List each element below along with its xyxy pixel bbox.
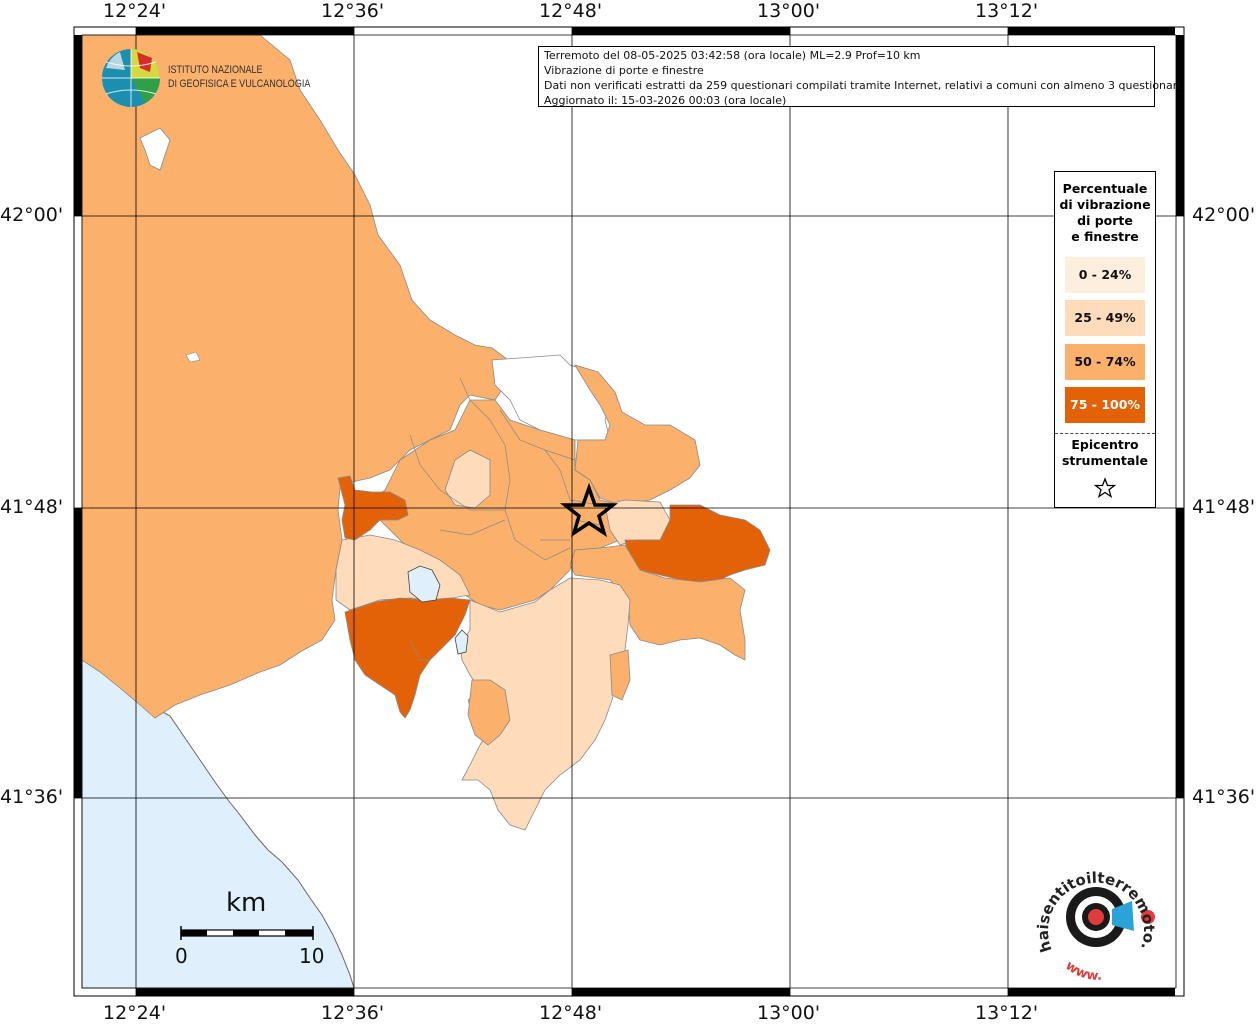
right-lat-label-3: 41°36' (1192, 786, 1256, 808)
top-lon-label-5: 13°12' (975, 0, 1039, 22)
legend-epicenter-line-1: Epicentro (1071, 437, 1139, 452)
legend-divider (1055, 433, 1155, 434)
top-lon-label-1: 12°24' (103, 0, 167, 22)
legend-class-0-24: 0 - 24% (1065, 257, 1145, 293)
scale-unit-label: km (226, 888, 267, 918)
bottom-lon-label-3: 12°48' (539, 1002, 603, 1024)
right-lat-label-2: 41°48' (1192, 496, 1256, 518)
legend-title-line-2: di vibrazione (1059, 197, 1151, 212)
event-info-line-1: Terremoto del 08-05-2025 03:42:58 (ora l… (544, 49, 921, 62)
scale-min-label: 0 (175, 944, 188, 968)
top-lon-label-2: 12°36' (321, 0, 385, 22)
legend-title-line-1: Percentuale (1062, 181, 1148, 196)
legend-epicenter-line-2: strumentale (1061, 453, 1149, 468)
scale-max-label: 10 (299, 944, 325, 968)
legend-class-50-74: 50 - 74% (1065, 344, 1145, 380)
event-info-line-2: Vibrazione di porte e finestre (544, 64, 704, 77)
svg-text:www.: www. (1062, 958, 1102, 984)
legend: Percentuale di vibrazione di porte e fin… (1054, 171, 1156, 508)
legend-title-line-3: di porte (1077, 213, 1133, 228)
bottom-lon-label-2: 12°36' (321, 1002, 385, 1024)
haisentito-logo-icon: haisentitoilterremoto.it www. (1030, 855, 1158, 984)
legend-title-line-4: e finestre (1071, 229, 1139, 244)
bottom-lon-label-1: 12°24' (103, 1002, 167, 1024)
right-lat-label-1: 42°00' (1192, 204, 1256, 226)
left-lat-label-2: 41°48' (0, 496, 64, 518)
top-lon-label-3: 12°48' (539, 0, 603, 22)
ingv-logo-text: ISTITUTO NAZIONALE DI GEOFISICA E VULCAN… (168, 63, 310, 91)
legend-title: Percentuale di vibrazione di porte e fin… (1055, 181, 1155, 245)
ingv-logo-line-2: DI GEOFISICA E VULCANOLOGIA (168, 78, 311, 90)
event-info-line-4: Aggiornato il: 15-03-2026 00:03 (ora loc… (544, 94, 787, 107)
legend-star-icon (1094, 477, 1116, 499)
ingv-globe-icon (102, 49, 160, 107)
legend-class-25-49: 25 - 49% (1065, 300, 1145, 336)
legend-epicenter-label: Epicentro strumentale (1055, 437, 1155, 469)
top-lon-label-4: 13°00' (757, 0, 821, 22)
left-lat-label-1: 42°00' (0, 204, 64, 226)
left-lat-label-3: 41°36' (0, 786, 64, 808)
event-info-line-3: Dati non verificati estratti da 259 ques… (544, 79, 1184, 92)
event-info-box: Terremoto del 08-05-2025 03:42:58 (ora l… (538, 46, 1184, 107)
bottom-lon-label-5: 13°12' (975, 1002, 1039, 1024)
haisentito-logo-prefix: www. (1062, 958, 1102, 984)
legend-class-75-100: 75 - 100% (1065, 387, 1145, 423)
ingv-logo-line-1: ISTITUTO NAZIONALE (168, 64, 263, 76)
bottom-lon-label-4: 13°00' (757, 1002, 821, 1024)
